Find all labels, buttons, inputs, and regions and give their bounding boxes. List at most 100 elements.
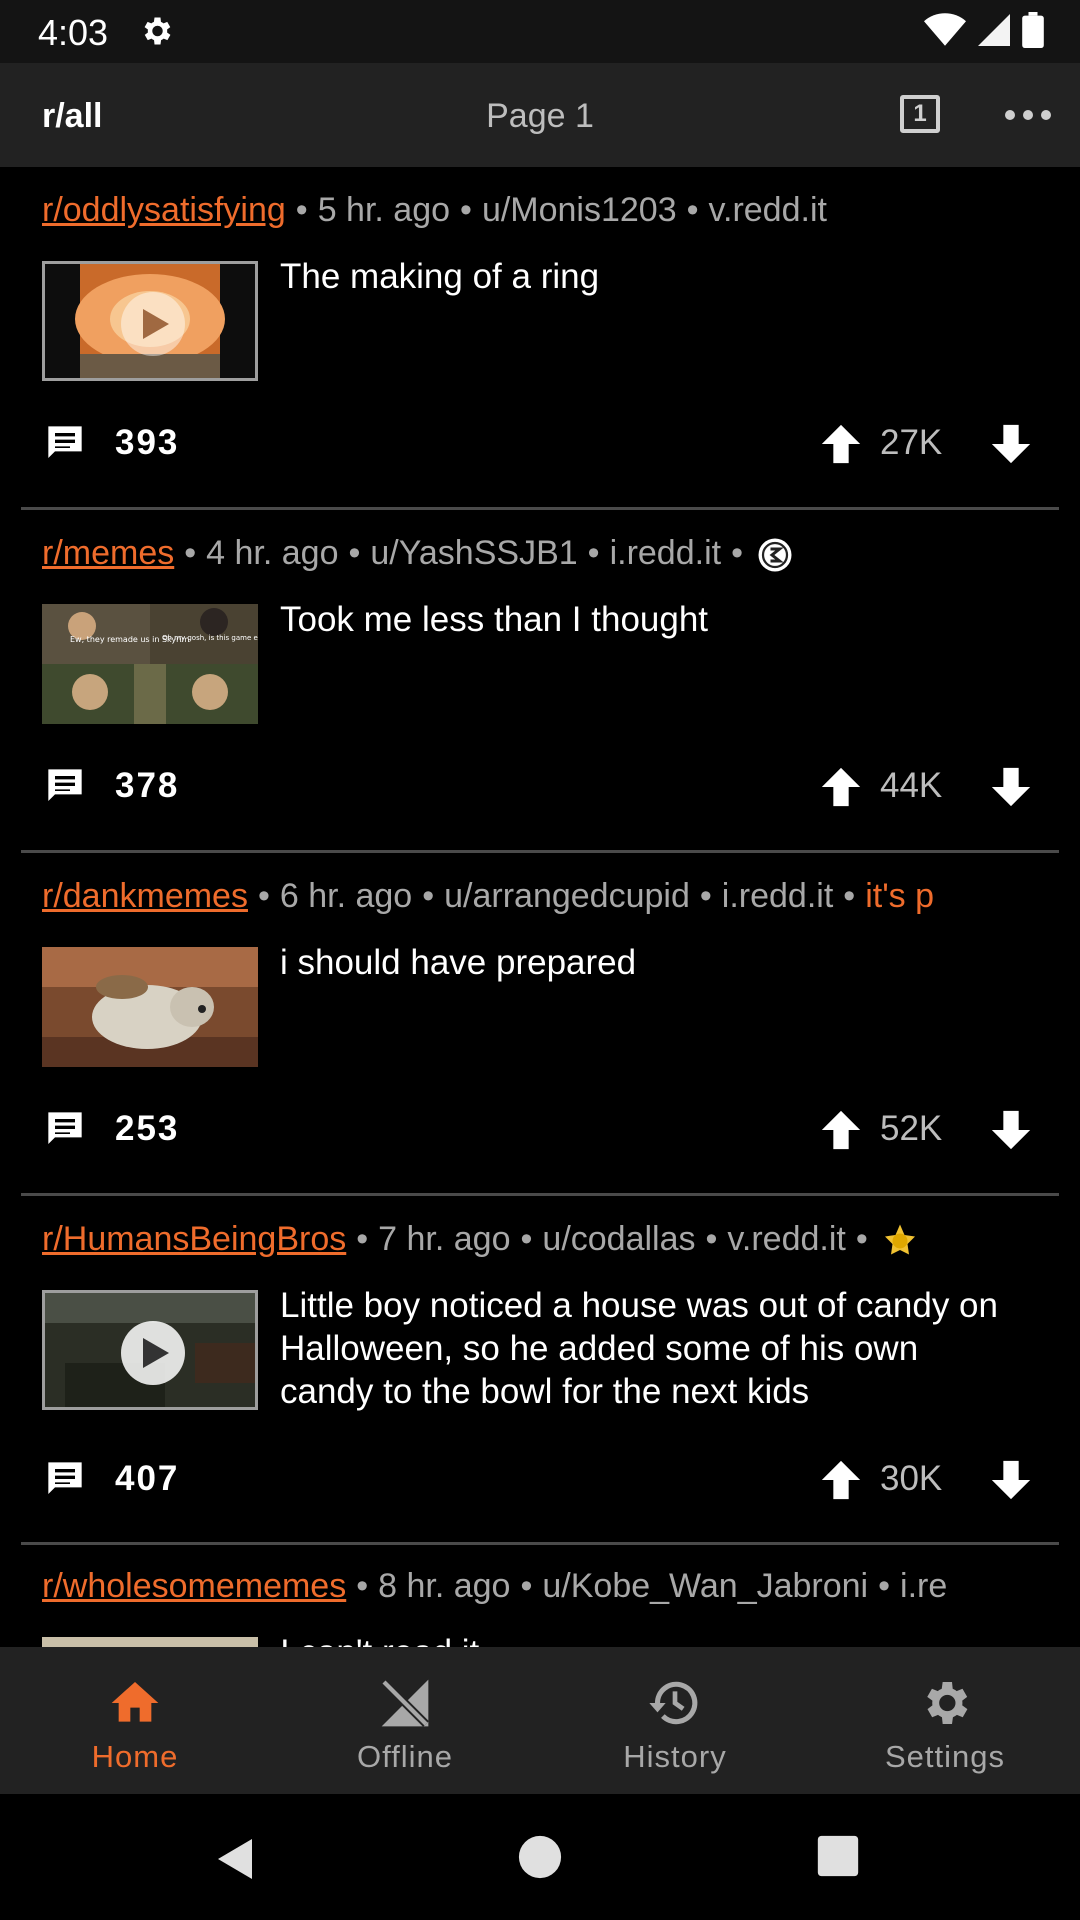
downvote-icon[interactable]: [988, 764, 1034, 810]
post-author[interactable]: u/codallas: [542, 1220, 695, 1258]
post-score: 44K: [880, 766, 943, 805]
page-label: Page 1: [486, 97, 594, 135]
post-actions: 378 44K: [0, 758, 1080, 818]
nav-settings[interactable]: Settings: [810, 1647, 1080, 1794]
post-item[interactable]: r/wholesomememes • 8 hr. ago • u/Kobe_Wan_Ja…: [0, 1545, 1080, 1647]
app-toolbar: r/all Page 1 1: [0, 63, 1080, 167]
post-item[interactable]: r/oddlysatisfying • 5 hr. ago • u/Monis1203 •…: [0, 167, 1080, 510]
post-actions: 253 52K: [0, 1101, 1080, 1161]
post-actions: 407 30K: [0, 1451, 1080, 1511]
post-subreddit[interactable]: r/oddlysatisfying: [42, 191, 286, 229]
post-thumbnail[interactable]: [42, 947, 258, 1067]
comment-count[interactable]: 393: [115, 423, 179, 463]
award-icon: [758, 538, 792, 572]
downvote-icon[interactable]: [988, 1457, 1034, 1503]
image-thumbnail: [42, 947, 258, 1067]
downvote-icon[interactable]: [988, 1107, 1034, 1153]
post-thumbnail[interactable]: [42, 261, 258, 381]
post-author[interactable]: u/YashSSJB1: [370, 534, 577, 572]
post-meta: r/dankmemes • 6 hr. ago • u/arrangedcupid • i.…: [42, 877, 935, 915]
meme-caption-right: Oh my gosh, is this game even relevant?: [162, 634, 258, 642]
post-title[interactable]: I can't read it...: [280, 1631, 1010, 1647]
nav-offline-label: Offline: [356, 1739, 454, 1774]
post-actions: 393 27K: [0, 415, 1080, 475]
battery-icon: [1022, 12, 1044, 48]
post-domain: v.redd.it: [708, 191, 827, 229]
comments-icon[interactable]: [44, 1459, 86, 1499]
post-age: 8 hr. ago: [378, 1567, 511, 1605]
upvote-icon[interactable]: [818, 1107, 864, 1153]
post-title[interactable]: Little boy noticed a house was out of ca…: [280, 1284, 1010, 1413]
upvote-icon[interactable]: [818, 764, 864, 810]
post-score: 52K: [880, 1109, 943, 1148]
back-icon[interactable]: [212, 1834, 260, 1884]
video-thumbnail-image: [45, 264, 255, 378]
settings-notification-icon: [144, 17, 171, 45]
post-thumbnail[interactable]: [42, 1637, 258, 1647]
comment-count[interactable]: 407: [115, 1459, 179, 1499]
post-score: 30K: [880, 1459, 943, 1498]
more-options-icon[interactable]: [1004, 105, 1052, 125]
page-jump-button[interactable]: 1: [900, 95, 940, 133]
post-flair: it's p: [865, 877, 935, 915]
settings-icon: [927, 1682, 968, 1724]
wifi-icon: [924, 13, 966, 46]
comments-icon[interactable]: [44, 766, 86, 806]
comment-count[interactable]: 378: [115, 766, 179, 806]
recents-icon[interactable]: [816, 1834, 860, 1878]
post-title[interactable]: Took me less than I thought: [280, 598, 1010, 641]
meme-thumbnail-image: Ew, they remade us in Skyrim Oh my gosh,…: [42, 604, 258, 724]
image-thumbnail: [42, 1637, 258, 1647]
post-author[interactable]: u/arrangedcupid: [444, 877, 690, 915]
post-subreddit[interactable]: r/memes: [42, 534, 174, 572]
system-navigation-bar: [0, 1794, 1080, 1920]
comment-count[interactable]: 253: [115, 1109, 179, 1149]
nav-history-label: History: [623, 1739, 727, 1774]
post-title[interactable]: i should have prepared: [280, 941, 1010, 984]
post-feed[interactable]: r/oddlysatisfying • 5 hr. ago • u/Monis1203 •…: [0, 167, 1080, 1647]
post-item[interactable]: r/memes • 4 hr. ago • u/YashSSJB1 • i.redd.it •…: [0, 510, 1080, 853]
home-button-icon[interactable]: [517, 1834, 563, 1880]
home-icon: [111, 1682, 159, 1722]
post-meta: r/wholesomememes • 8 hr. ago • u/Kobe_Wan_Ja…: [42, 1567, 948, 1605]
nav-offline[interactable]: Offline: [270, 1647, 540, 1794]
post-age: 5 hr. ago: [317, 191, 451, 229]
post-meta: r/oddlysatisfying • 5 hr. ago • u/Monis1203 •…: [42, 191, 827, 229]
downvote-icon[interactable]: [988, 421, 1034, 467]
nav-home-label: Home: [91, 1739, 179, 1774]
upvote-icon[interactable]: [818, 421, 864, 467]
status-time: 4:03: [38, 12, 109, 53]
post-subreddit[interactable]: r/HumansBeingBros: [42, 1220, 346, 1258]
comments-icon[interactable]: [44, 423, 86, 463]
post-score: 27K: [880, 423, 943, 462]
post-thumbnail[interactable]: Ew, they remade us in Skyrim Oh my gosh,…: [42, 604, 258, 724]
offline-icon: [381, 1679, 429, 1727]
post-title[interactable]: The making of a ring: [280, 255, 1010, 298]
post-domain: i.redd.it: [609, 534, 722, 572]
video-thumbnail-image: [45, 1293, 255, 1407]
post-author[interactable]: u/Monis1203: [482, 191, 677, 229]
nav-history[interactable]: History: [540, 1647, 810, 1794]
post-age: 4 hr. ago: [206, 534, 339, 572]
post-thumbnail[interactable]: [42, 1290, 258, 1410]
post-domain: i.re: [900, 1567, 948, 1605]
comments-icon[interactable]: [44, 1109, 86, 1149]
post-meta: r/memes • 4 hr. ago • u/YashSSJB1 • i.redd.it •: [42, 534, 1040, 573]
post-subreddit[interactable]: r/wholesomememes: [42, 1567, 346, 1605]
nav-home[interactable]: Home: [0, 1647, 270, 1794]
upvote-icon[interactable]: [818, 1457, 864, 1503]
nav-settings-label: Settings: [884, 1739, 1005, 1774]
signal-icon: [978, 14, 1010, 46]
status-icons: [924, 12, 1044, 48]
post-subreddit[interactable]: r/dankmemes: [42, 877, 248, 915]
post-item[interactable]: r/HumansBeingBros • 7 hr. ago • u/codallas • v…: [0, 1196, 1080, 1545]
status-bar: 4:03: [0, 0, 1080, 63]
post-domain: i.redd.it: [721, 877, 834, 915]
post-author[interactable]: u/Kobe_Wan_Jabroni: [542, 1567, 868, 1605]
award-icon: [884, 1224, 915, 1255]
post-domain: v.redd.it: [727, 1220, 846, 1258]
post-meta: r/HumansBeingBros • 7 hr. ago • u/codallas • v…: [42, 1220, 1040, 1259]
post-age: 7 hr. ago: [378, 1220, 511, 1258]
post-item[interactable]: r/dankmemes • 6 hr. ago • u/arrangedcupid • i.…: [0, 853, 1080, 1196]
history-icon: [649, 1681, 698, 1725]
